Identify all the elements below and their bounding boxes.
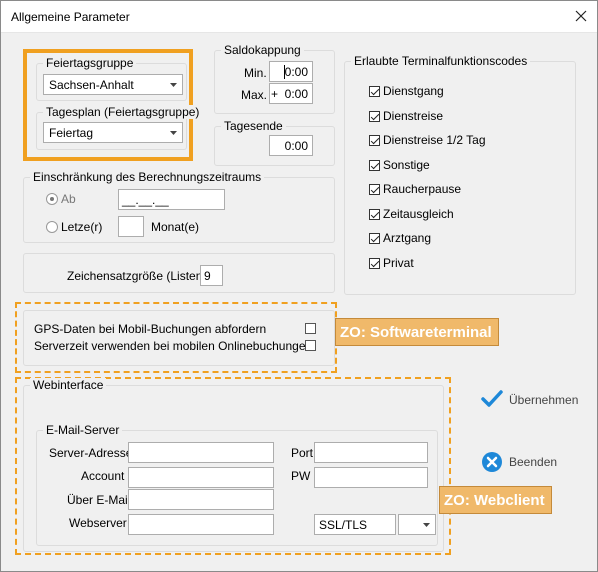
max-input[interactable]: + 0:00 — [269, 83, 313, 104]
mobile-group — [23, 310, 335, 366]
ab-radio[interactable] — [46, 193, 58, 205]
zeichensatz-label: Zeichensatzgröße (Listen) — [67, 269, 207, 283]
server-address-input[interactable] — [128, 442, 274, 463]
letzte-label: Letze(r) — [61, 220, 103, 234]
email-server-label: E-Mail-Server — [43, 423, 123, 437]
label-dienstreise-halbtag: Dienstreise 1/2 Tag — [383, 133, 486, 147]
max-value: + 0:00 — [270, 87, 308, 101]
account-input[interactable] — [128, 467, 274, 488]
ssl-value: SSL/TLS — [319, 518, 368, 532]
softwareterminal-tag: ZO: Softwareterminal — [335, 318, 499, 346]
label-dienstreise: Dienstreise — [383, 109, 444, 123]
serverzeit-label: Serverzeit verwenden bei mobilen Onlineb… — [34, 339, 313, 353]
title-bar: Allgemeine Parameter — [1, 1, 597, 33]
checkbox-arztgang[interactable] — [369, 233, 380, 244]
letzte-radio[interactable] — [46, 221, 58, 233]
feiertagsgruppe-value: Sachsen-Anhalt — [49, 78, 134, 92]
ab-date-input[interactable]: __.__.__ — [118, 189, 225, 210]
chevron-down-icon — [423, 523, 430, 527]
einschraenkung-label: Einschränkung des Berechnungszeitraums — [30, 170, 265, 184]
terminal-list: Dienstgang Dienstreise Dienstreise 1/2 T… — [369, 82, 569, 282]
min-value: 0:00 — [284, 65, 308, 79]
webclient-tag: ZO: Webclient — [439, 486, 552, 514]
label-privat: Privat — [383, 256, 414, 270]
chevron-down-icon — [170, 83, 177, 87]
terminal-label: Erlaubte Terminalfunktionscodes — [351, 54, 531, 68]
gps-label: GPS-Daten bei Mobil-Buchungen abfordern — [34, 322, 267, 336]
zeichensatz-input[interactable]: 9 — [200, 265, 223, 286]
tagesplan-value: Feiertag — [49, 126, 94, 140]
saldokappung-group: Saldokappung — [214, 43, 335, 114]
label-zeitausgleich: Zeitausgleich — [383, 207, 454, 221]
tagesplan-select[interactable]: Feiertag — [43, 122, 183, 143]
monat-label: Monat(e) — [151, 220, 200, 234]
checkbox-privat[interactable] — [369, 258, 380, 269]
pw-label: PW — [291, 469, 311, 483]
checkbox-dienstreise-halbtag[interactable] — [369, 135, 380, 146]
ab-date-value: __.__.__ — [122, 193, 169, 207]
quit-label: Beenden — [509, 455, 558, 469]
dialog-content: Feiertagsgruppe Sachsen-Anhalt Tagesplan… — [1, 33, 597, 571]
text-cursor — [284, 65, 285, 79]
ueber-email-label: Über E-Mail — [67, 493, 131, 507]
feiertagsgruppe-select[interactable]: Sachsen-Anhalt — [43, 74, 183, 95]
ab-label: Ab — [61, 192, 76, 206]
tagesende-input[interactable]: 0:00 — [269, 135, 313, 156]
tagesende-value: 0:00 — [284, 139, 308, 153]
checkbox-dienstgang[interactable] — [369, 86, 380, 97]
apply-button[interactable]: Übernehmen — [481, 387, 591, 413]
window-title: Allgemeine Parameter — [11, 10, 130, 24]
webserver-label: Webserver — [69, 516, 127, 530]
quit-button[interactable]: Beenden — [481, 449, 591, 475]
letzte-input[interactable] — [118, 216, 144, 237]
ssl-select[interactable] — [398, 514, 436, 535]
tagesplan-label: Tagesplan (Feiertagsgruppe) — [43, 105, 203, 119]
ssl-field[interactable]: SSL/TLS — [314, 514, 396, 535]
min-label: Min. — [244, 66, 267, 80]
checkmark-icon — [481, 390, 503, 407]
checkbox-gps[interactable] — [305, 323, 316, 334]
label-arztgang: Arztgang — [383, 231, 432, 245]
checkbox-raucherpause[interactable] — [369, 184, 380, 195]
checkbox-zeitausgleich[interactable] — [369, 209, 380, 220]
dialog-window: Allgemeine Parameter Feiertagsgruppe Sac… — [0, 0, 598, 572]
label-dienstgang: Dienstgang — [383, 84, 444, 98]
saldokappung-label: Saldokappung — [221, 43, 304, 57]
port-input[interactable] — [314, 442, 428, 463]
tagesende-label: Tagesende — [221, 119, 286, 133]
label-sonstige: Sonstige — [383, 158, 430, 172]
webserver-input[interactable] — [128, 514, 274, 535]
feiertagsgruppe-label: Feiertagsgruppe — [43, 56, 137, 70]
pw-input[interactable] — [314, 467, 428, 488]
x-circle-icon — [482, 452, 502, 472]
chevron-down-icon — [170, 131, 177, 135]
server-address-label: Server-Adresse — [49, 446, 133, 460]
port-label: Port — [291, 446, 314, 460]
close-icon — [575, 10, 587, 22]
checkbox-sonstige[interactable] — [369, 160, 380, 171]
ueber-email-input[interactable] — [128, 489, 274, 510]
max-label: Max. — [241, 88, 268, 102]
checkbox-dienstreise[interactable] — [369, 111, 380, 122]
account-label: Account — [81, 469, 125, 483]
close-button[interactable] — [565, 1, 597, 32]
apply-label: Übernehmen — [509, 393, 579, 407]
zeichensatz-value: 9 — [204, 269, 211, 283]
checkbox-serverzeit[interactable] — [305, 340, 316, 351]
webinterface-label: Webinterface — [30, 378, 107, 392]
label-raucherpause: Raucherpause — [383, 182, 462, 196]
min-input[interactable]: 0:00 — [269, 61, 313, 82]
